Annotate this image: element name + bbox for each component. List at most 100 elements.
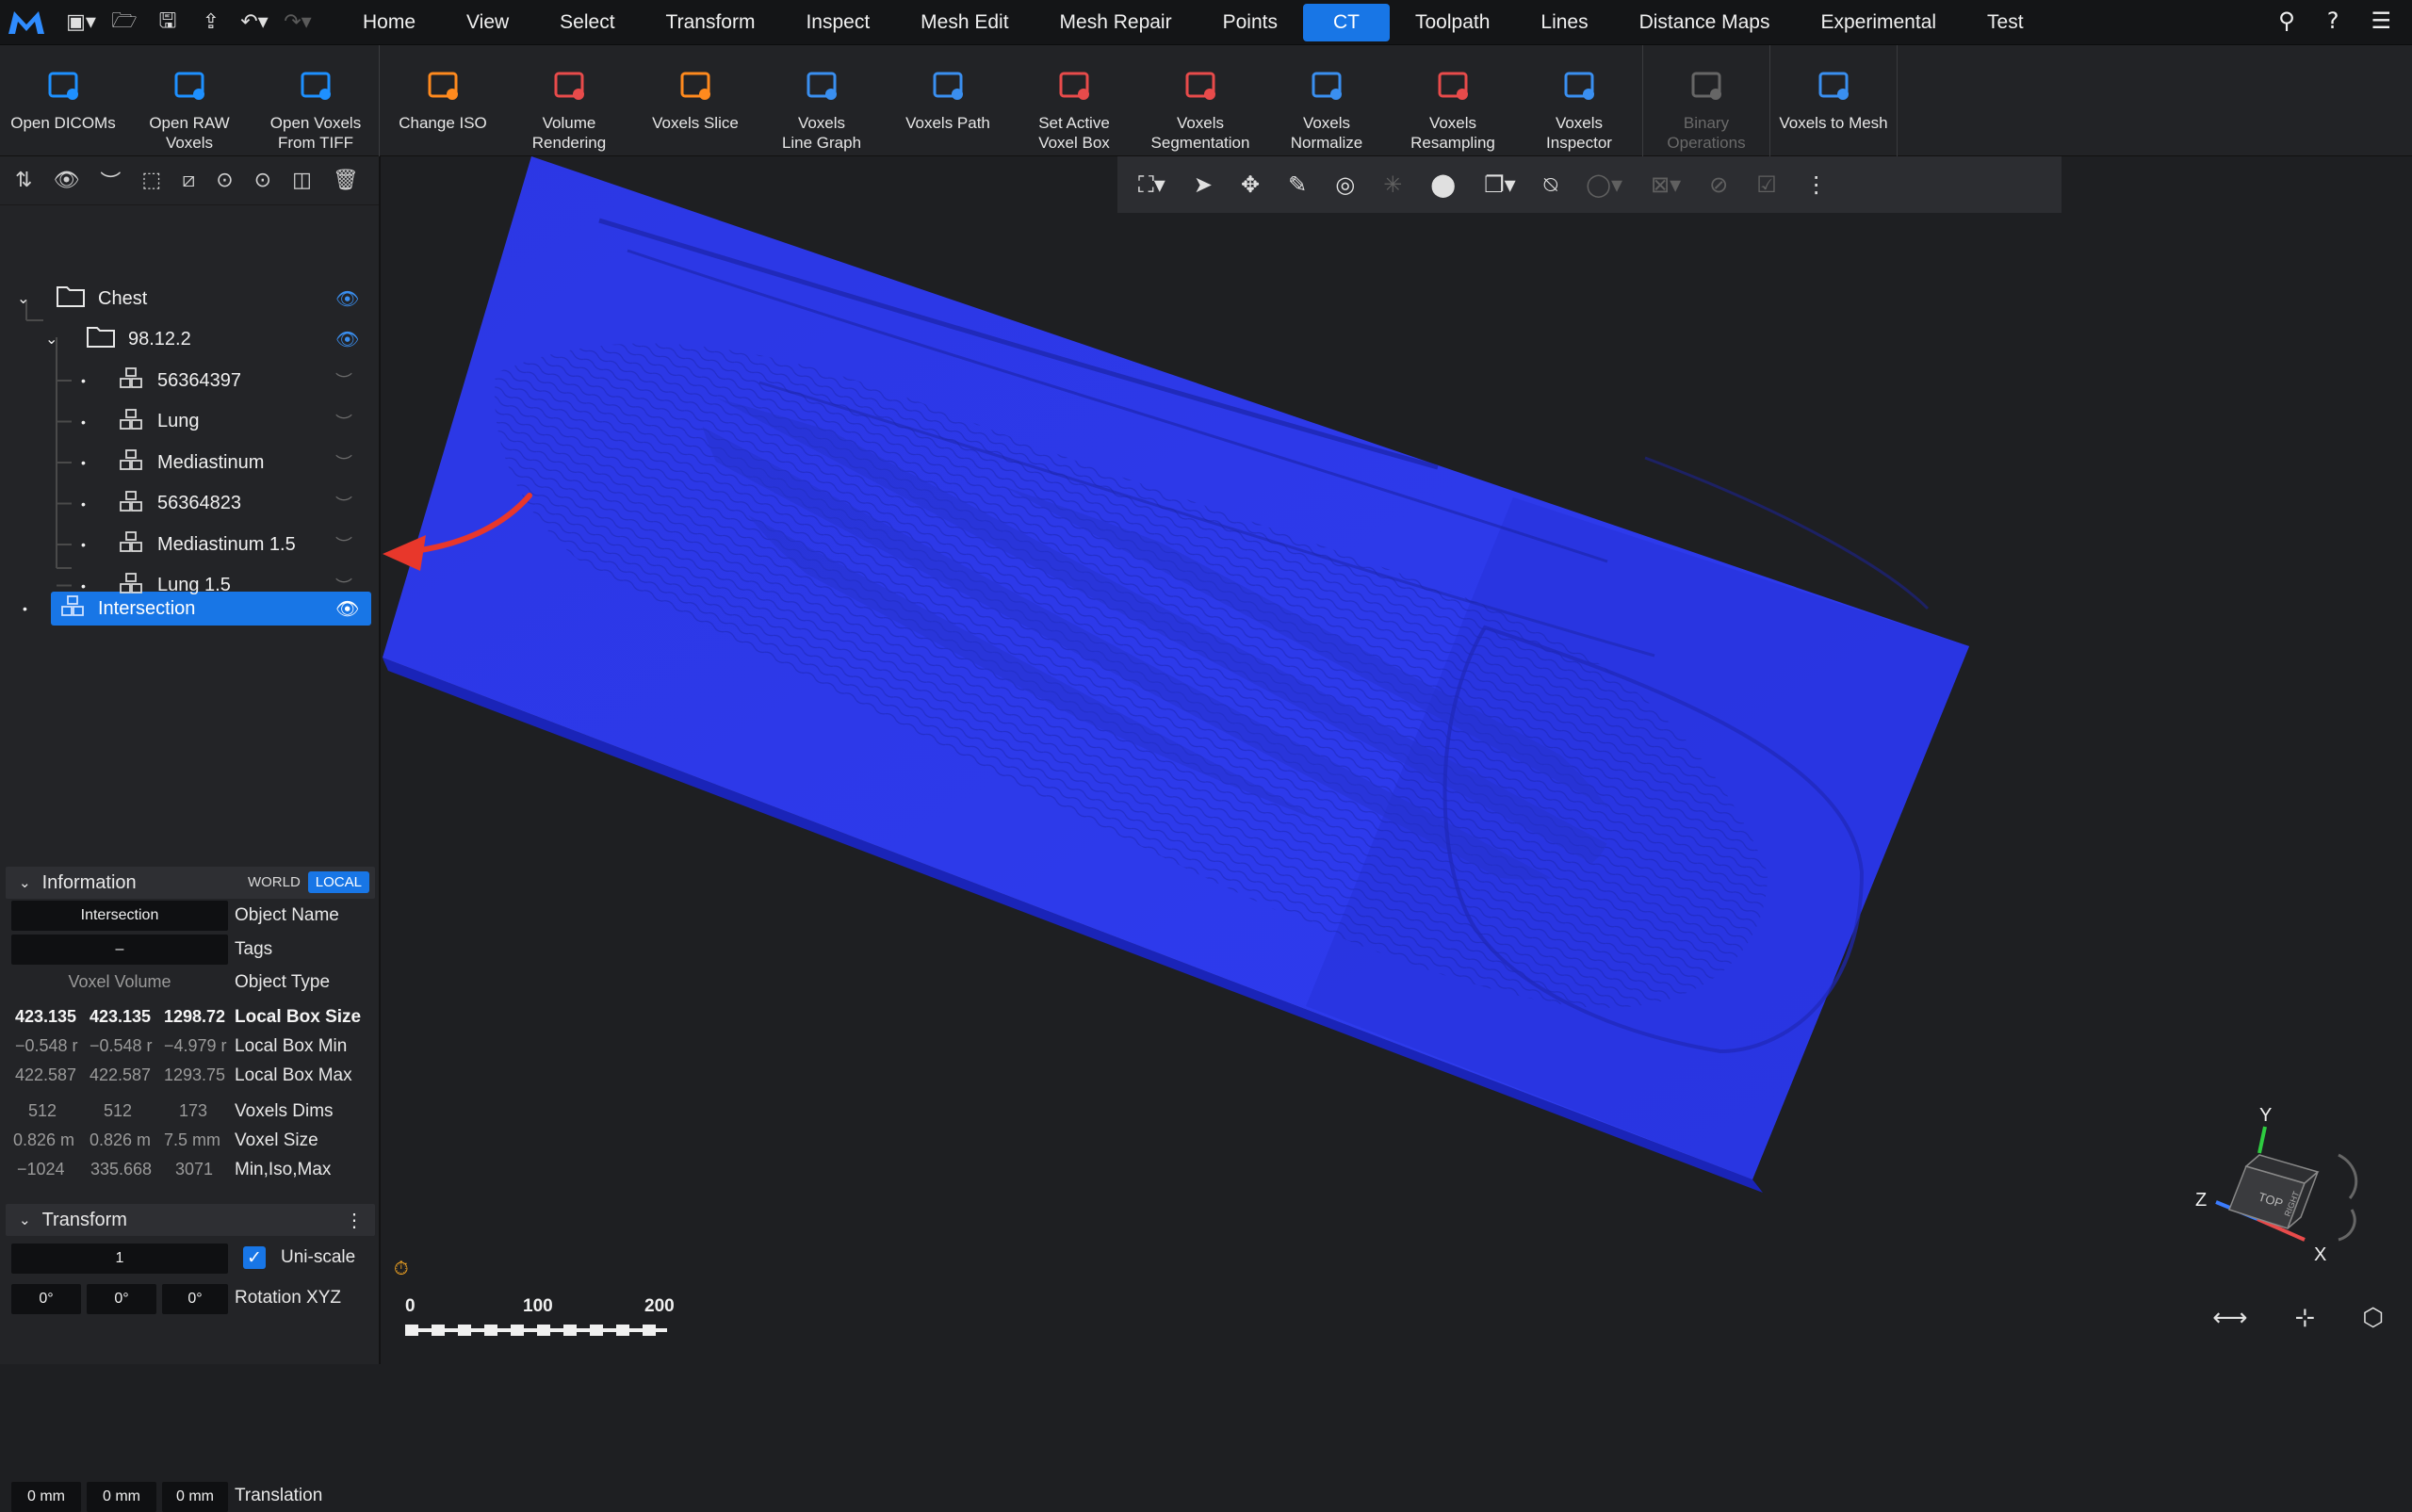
ruler-icon[interactable]: ⟷ <box>2212 1304 2247 1332</box>
more-options-icon[interactable]: ⋮ <box>345 1209 364 1232</box>
fit-view-icon[interactable]: ⛶▾ <box>1138 171 1165 198</box>
delete-icon[interactable]: 🗑 <box>333 169 359 192</box>
menu-mesh-edit[interactable]: Mesh Edit <box>895 4 1034 41</box>
ribbon-button-8[interactable]: Set Active Voxel Box <box>1011 45 1137 156</box>
menu-inspect[interactable]: Inspect <box>780 4 895 41</box>
open-folder-icon[interactable]: 🗁 <box>106 8 143 38</box>
tree-item[interactable]: • Lung ︶ <box>0 403 381 441</box>
sort-icon[interactable]: ⇅ <box>15 169 32 192</box>
translation-z-field[interactable]: 0 mm <box>162 1482 228 1512</box>
ribbon-button-3[interactable]: Change ISO <box>380 45 506 156</box>
save-icon[interactable]: 🖫 <box>149 8 187 38</box>
menu-transform[interactable]: Transform <box>641 4 781 41</box>
deselect-icon[interactable]: ⧄ <box>182 169 195 192</box>
gizmo-icon[interactable]: ✳ <box>1383 171 1402 198</box>
ribbon-button-1[interactable]: Open RAW Voxels <box>126 45 253 156</box>
tree-item-chest[interactable]: ⌄ Chest 👁 <box>0 280 381 317</box>
menu-ct[interactable]: CT <box>1302 3 1390 41</box>
view-cube-icon[interactable]: ⬡ <box>2362 1304 2384 1332</box>
visibility-eye-icon[interactable]: 👁 <box>335 287 359 310</box>
confirm-icon[interactable]: ☑ <box>1756 171 1777 198</box>
chevron-down-icon[interactable]: ⌄ <box>17 289 29 308</box>
tree-item[interactable]: • Mediastinum ︶ <box>0 444 381 481</box>
move-icon[interactable]: ✥ <box>1241 171 1260 198</box>
menu-points[interactable]: Points <box>1198 4 1303 41</box>
menu-icon[interactable]: ☰ <box>2371 8 2391 34</box>
move-down-icon[interactable]: ⊙ <box>254 169 271 192</box>
world-toggle[interactable]: WORLD <box>240 871 308 893</box>
shapes-icon[interactable]: ⬤ <box>1430 171 1456 198</box>
help-icon[interactable]: ? <box>2327 8 2339 34</box>
hide-all-icon[interactable]: ︶ <box>100 166 121 196</box>
visibility-eye-icon[interactable]: 👁 <box>335 597 359 620</box>
ribbon-button-13[interactable]: Binary Operations <box>1643 45 1769 156</box>
copy-icon[interactable]: ❐▾ <box>1484 171 1516 198</box>
uniscale-checkbox[interactable]: ✓ <box>243 1246 266 1269</box>
tree-item-intersection[interactable]: • Intersection 👁 <box>0 590 381 627</box>
pivot-icon[interactable]: ⊹ <box>2295 1304 2316 1332</box>
orientation-cube[interactable]: TOP RIGHT Y Z X <box>2173 1098 2380 1287</box>
rotate-ccw-icon[interactable] <box>2338 1209 2356 1242</box>
edit-icon[interactable]: ✎ <box>1288 171 1307 198</box>
undo-icon[interactable]: ↶▾ <box>236 8 273 38</box>
select-all-icon[interactable]: ⬚ <box>141 169 161 192</box>
menu-distance-maps[interactable]: Distance Maps <box>1614 4 1796 41</box>
voxel-volume-render[interactable] <box>383 156 2412 1364</box>
object-name-field[interactable]: Intersection <box>11 901 228 931</box>
redo-icon[interactable]: ↷▾ <box>279 8 317 38</box>
menu-home[interactable]: Home <box>337 4 441 41</box>
transform-header[interactable]: ⌄ Transform ⋮ <box>6 1204 375 1236</box>
lasso-icon[interactable]: ◯▾ <box>1586 171 1622 198</box>
ribbon-button-0[interactable]: Open DICOMs <box>0 45 126 156</box>
menu-experimental[interactable]: Experimental <box>1795 4 1962 41</box>
translation-x-field[interactable]: 0 mm <box>11 1482 81 1512</box>
menu-toolpath[interactable]: Toolpath <box>1390 4 1515 41</box>
visibility-eye-icon[interactable]: 👁 <box>335 328 359 350</box>
show-all-icon[interactable]: 👁 <box>53 169 79 192</box>
translation-y-field[interactable]: 0 mm <box>87 1482 156 1512</box>
ribbon-button-12[interactable]: Voxels Inspector <box>1516 45 1642 156</box>
scale-field[interactable]: 1 <box>11 1244 228 1274</box>
ribbon-button-10[interactable]: Voxels Normalize <box>1263 45 1390 156</box>
ribbon-button-7[interactable]: Voxels Path <box>885 45 1011 156</box>
menu-mesh-repair[interactable]: Mesh Repair <box>1035 4 1198 41</box>
rotate-icon[interactable]: ◎ <box>1335 171 1355 198</box>
hidden-eye-icon[interactable]: ︶ <box>335 532 352 557</box>
3d-viewport[interactable]: ⛶▾ ➤ ✥ ✎ ◎ ✳ ⬤ ❐▾ ⍉ ◯▾ ⊠▾ ⊘ ☑ ⋮ ⏱ 0 100 … <box>383 156 2412 1364</box>
search-icon[interactable]: ⚲ <box>2278 8 2295 34</box>
menu-lines[interactable]: Lines <box>1515 4 1613 41</box>
hidden-eye-icon[interactable]: ︶ <box>335 410 352 434</box>
chevron-down-icon[interactable]: ⌄ <box>45 330 57 349</box>
tree-item-folder[interactable]: ⌄ 98.12.2 👁 <box>0 320 381 358</box>
local-toggle[interactable]: LOCAL <box>307 871 369 893</box>
no-select-icon[interactable]: ⊘ <box>1709 171 1728 198</box>
app-logo[interactable] <box>0 0 53 45</box>
hidden-eye-icon[interactable]: ︶ <box>335 450 352 475</box>
split-icon[interactable]: ◫ <box>292 169 312 192</box>
ribbon-button-2[interactable]: Open Voxels From TIFF <box>253 45 379 156</box>
information-header[interactable]: ⌄ Information WORLD LOCAL <box>6 867 375 899</box>
rotate-cw-icon[interactable] <box>2338 1153 2358 1199</box>
tree-item[interactable]: • 56364823 ︶ <box>0 485 381 523</box>
tree-item[interactable]: • Mediastinum 1.5 ︶ <box>0 526 381 563</box>
box-select-icon[interactable]: ⊠▾ <box>1651 171 1681 198</box>
select-arrow-icon[interactable]: ➤ <box>1194 171 1213 198</box>
timer-icon[interactable]: ⏱ <box>394 1259 409 1280</box>
new-file-icon[interactable]: ▣▾ <box>62 8 100 38</box>
tree-item[interactable]: • 56364397 ︶ <box>0 362 381 399</box>
tags-field[interactable]: – <box>11 935 228 965</box>
rotation-x-field[interactable]: 0° <box>11 1284 81 1314</box>
ribbon-button-11[interactable]: Voxels Resampling <box>1390 45 1516 156</box>
more-options-icon[interactable]: ⋮ <box>1805 171 1828 198</box>
hidden-eye-icon[interactable]: ︶ <box>335 492 352 516</box>
hide-surface-icon[interactable]: ⍉ <box>1544 171 1557 198</box>
ribbon-button-14[interactable]: Voxels to Mesh <box>1770 45 1897 156</box>
ribbon-button-6[interactable]: Voxels Line Graph <box>758 45 885 156</box>
move-up-icon[interactable]: ⊙ <box>216 169 233 192</box>
menu-test[interactable]: Test <box>1962 4 2049 41</box>
rotation-z-field[interactable]: 0° <box>162 1284 228 1314</box>
ribbon-button-4[interactable]: Volume Rendering <box>506 45 632 156</box>
export-icon[interactable]: ⇪ <box>192 8 230 38</box>
menu-select[interactable]: Select <box>534 4 640 41</box>
rotation-y-field[interactable]: 0° <box>87 1284 156 1314</box>
